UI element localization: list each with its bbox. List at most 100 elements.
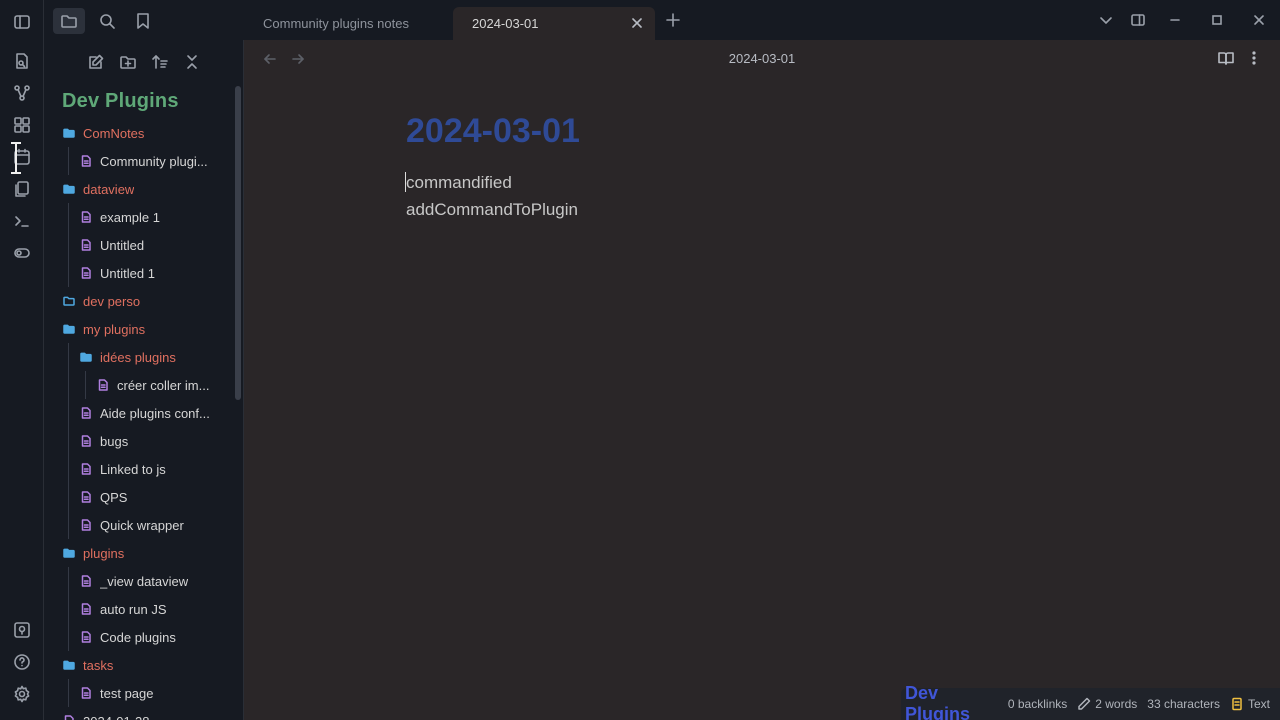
files-tab-button[interactable] [53, 8, 85, 34]
file-icon [79, 490, 93, 504]
folder-open-icon [79, 350, 93, 364]
folder-item[interactable]: plugins [44, 539, 234, 567]
folder-open-icon [62, 658, 76, 672]
tree-item-label: test page [100, 685, 154, 701]
file-item[interactable]: Quick wrapper [44, 511, 234, 539]
tree-item-label: Quick wrapper [100, 517, 184, 533]
graph-view-icon[interactable] [11, 82, 33, 104]
tab-community-plugins-notes[interactable]: Community plugins notes [244, 7, 452, 40]
settings-icon[interactable] [11, 683, 33, 705]
file-item[interactable]: Untitled 1 [44, 259, 234, 287]
file-explorer-actions [44, 50, 234, 74]
folder-item[interactable]: tasks [44, 651, 234, 679]
file-item[interactable]: _view dataview [44, 567, 234, 595]
tree-item-label: Aide plugins conf... [100, 405, 210, 421]
note-line[interactable]: commandified [406, 173, 512, 193]
bookmarks-tab-button[interactable] [127, 8, 159, 34]
file-item[interactable]: Untitled [44, 231, 234, 259]
maximize-button[interactable] [1209, 12, 1225, 28]
folder-item[interactable]: my plugins [44, 315, 234, 343]
note-line[interactable]: addCommandToPlugin [406, 200, 578, 220]
editor-pane: 2024-03-01 2024-03-01 commandified addCo… [244, 40, 1280, 720]
file-icon [79, 210, 93, 224]
tree-item-label: Community plugi... [100, 153, 208, 169]
file-item[interactable]: Community plugi... [44, 147, 234, 175]
folder-item[interactable]: dataview [44, 175, 234, 203]
tab-2024-03-01[interactable]: 2024-03-01 [453, 7, 655, 40]
collapse-icon [187, 55, 197, 69]
file-icon [79, 266, 93, 280]
minimize-button[interactable] [1167, 12, 1183, 28]
new-folder-icon [120, 56, 136, 69]
note-title[interactable]: 2024-03-01 [406, 112, 580, 151]
tree-item-label: plugins [83, 545, 125, 561]
tab-label: 2024-03-01 [472, 16, 539, 31]
sort-button[interactable] [148, 50, 172, 74]
file-item[interactable]: example 1 [44, 203, 234, 231]
text-cursor-icon [8, 140, 24, 176]
plus-icon [666, 13, 680, 27]
new-tab-button[interactable] [665, 12, 681, 28]
file-item[interactable]: QPS [44, 483, 234, 511]
search-icon [100, 14, 115, 29]
new-note-button[interactable] [84, 50, 108, 74]
file-explorer: Dev Plugins ComNotes Community plugi... da… [44, 40, 244, 720]
editor-mode-text: Text [1247, 697, 1270, 711]
folder-item[interactable]: ComNotes [44, 119, 234, 147]
file-item[interactable]: auto run JS [44, 595, 234, 623]
indent-guide [68, 343, 69, 539]
file-item[interactable]: Linked to js [44, 455, 234, 483]
view-header-title[interactable]: 2024-03-01 [244, 51, 1280, 66]
tree-item-label: dev perso [83, 293, 141, 309]
more-options-button[interactable] [1246, 50, 1262, 66]
document-icon [1232, 697, 1242, 711]
file-item[interactable]: 2024-01-28 [44, 707, 234, 720]
folder-item[interactable]: idées plugins [44, 343, 234, 371]
folder-icon [61, 15, 77, 28]
folder-open-icon [62, 126, 76, 140]
file-item[interactable]: test page [44, 679, 234, 707]
help-icon[interactable] [11, 651, 33, 673]
file-icon [79, 630, 93, 644]
left-ribbon [0, 0, 44, 720]
editor-mode[interactable]: Text [1230, 697, 1270, 711]
indent-guide [68, 203, 69, 287]
vault-name[interactable]: Dev Plugins [62, 90, 179, 113]
indent-guide [68, 147, 69, 175]
collapse-all-button[interactable] [180, 50, 204, 74]
tree-item-label: auto run JS [100, 601, 167, 617]
new-folder-button[interactable] [116, 50, 140, 74]
vault-switcher-icon[interactable] [11, 619, 33, 641]
tree-item-label: Untitled 1 [100, 265, 155, 281]
word-count: 2 words [1077, 697, 1137, 711]
close-window-button[interactable] [1251, 12, 1267, 28]
status-vault-name[interactable]: Dev Plugins [905, 683, 1002, 720]
sidebar-right-icon [1131, 14, 1145, 26]
folder-item[interactable]: dev perso [44, 287, 234, 315]
close-icon[interactable] [629, 15, 645, 31]
view-header: 2024-03-01 [244, 40, 1280, 78]
search-tab-button[interactable] [91, 8, 123, 34]
indent-guide [68, 567, 69, 651]
tree-item-label: _view dataview [100, 573, 189, 589]
sidebar-toggle-icon[interactable] [11, 11, 33, 33]
command-palette-icon[interactable] [11, 210, 33, 232]
right-sidebar-toggle[interactable] [1130, 12, 1146, 28]
new-note-icon [89, 54, 104, 69]
file-switcher-icon[interactable] [11, 50, 33, 72]
reading-view-button[interactable] [1218, 50, 1234, 66]
toggle-icon[interactable] [11, 242, 33, 264]
backlinks-count[interactable]: 0 backlinks [1008, 697, 1067, 711]
file-item[interactable]: créer coller im... [44, 371, 234, 399]
file-item[interactable]: bugs [44, 427, 234, 455]
file-item[interactable]: Code plugins [44, 623, 234, 651]
tree-item-label: example 1 [100, 209, 160, 225]
sort-icon [152, 55, 168, 69]
file-icon [96, 378, 110, 392]
file-item[interactable]: Aide plugins conf... [44, 399, 234, 427]
explorer-scrollbar[interactable] [235, 86, 241, 400]
templates-icon[interactable] [11, 178, 33, 200]
tab-label: Community plugins notes [263, 16, 409, 31]
canvas-icon[interactable] [11, 114, 33, 136]
tab-list-button[interactable] [1098, 12, 1114, 28]
